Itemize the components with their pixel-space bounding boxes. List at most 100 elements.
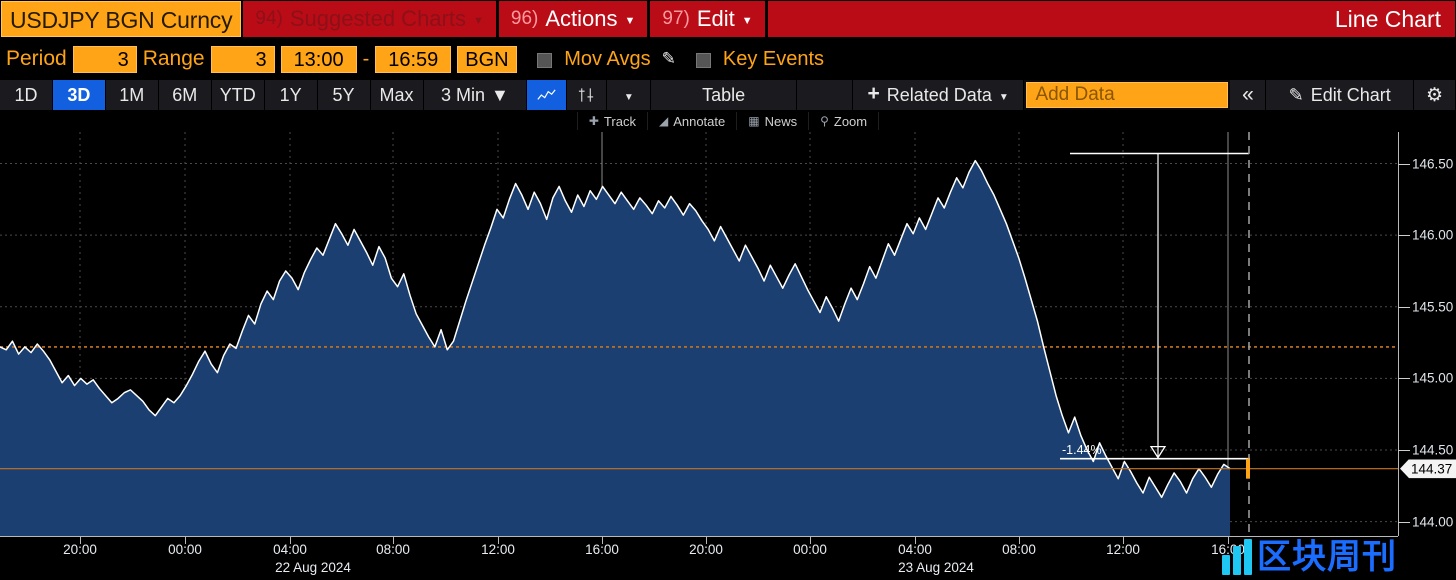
bloomberg-chart-screen: USDJPY BGN Curncy 94) Suggested Charts ▼… xyxy=(0,0,1456,580)
range-label: Range xyxy=(142,47,205,70)
pencil-icon[interactable]: ✎ xyxy=(662,49,676,69)
x-tick-label: 20:00 xyxy=(63,542,97,557)
parameter-bar: Period 3 Range 3 13:00 - 16:59 BGN Mov A… xyxy=(0,38,1456,80)
y-tick-mark xyxy=(1398,521,1410,523)
x-tick-label: 16:00 xyxy=(1211,542,1245,557)
y-tick-mark xyxy=(1398,163,1410,165)
line-chart-icon[interactable] xyxy=(527,80,568,110)
gear-icon[interactable]: ⚙ xyxy=(1414,80,1456,110)
bar-compare-icon[interactable] xyxy=(567,80,608,110)
tab-range-max[interactable]: Max xyxy=(370,80,424,110)
x-tick-label: 08:00 xyxy=(1002,542,1036,557)
tab-range-3d[interactable]: 3D xyxy=(52,80,106,110)
y-tick-mark xyxy=(1398,450,1410,452)
y-axis-line xyxy=(1398,132,1399,536)
x-axis-date-label: 22 Aug 2024 xyxy=(275,560,351,575)
y-tick-mark xyxy=(1398,235,1410,237)
edit-menu[interactable]: 97) Edit ▼ xyxy=(650,1,765,37)
related-data-button[interactable]: + Related Data ▼ xyxy=(852,80,1025,110)
news-tool[interactable]: ▦ News xyxy=(737,112,810,130)
y-tick-label: 146.50 xyxy=(1412,156,1454,172)
tab-range-5y[interactable]: 5Y xyxy=(317,80,371,110)
x-axis: 20:00 00:00 04:00 08:00 12:00 16:00 20:00 00:00… xyxy=(0,536,1456,580)
annotate-tool[interactable]: ◢ Annotate xyxy=(648,112,738,130)
y-tick-label: 144.00 xyxy=(1412,514,1454,530)
y-tick-label: 144.50 xyxy=(1412,442,1454,458)
y-tick-label: 145.50 xyxy=(1412,299,1454,315)
range-tab-bar: 1D 3D 1M 6M YTD 1Y 5Y Max 3 Min ▼ ▼ Tabl… xyxy=(0,80,1456,110)
interval-selector[interactable]: 3 Min ▼ xyxy=(423,80,528,110)
chevron-down-icon: ▼ xyxy=(491,84,509,105)
chevron-down-icon: ▼ xyxy=(472,14,484,27)
title-bar: USDJPY BGN Curncy 94) Suggested Charts ▼… xyxy=(0,0,1456,38)
ruler-icon: ◢ xyxy=(658,114,669,128)
plus-icon: + xyxy=(867,82,880,105)
tab-range-1y[interactable]: 1Y xyxy=(264,80,318,110)
plot-region[interactable]: -1.44% xyxy=(0,132,1398,536)
tab-range-1m[interactable]: 1M xyxy=(105,80,159,110)
price-plot-svg xyxy=(0,132,1398,536)
period-input[interactable]: 3 xyxy=(72,45,137,73)
x-tick-label: 12:00 xyxy=(481,542,515,557)
tab-range-ytd[interactable]: YTD xyxy=(211,80,265,110)
line-chart-glyph xyxy=(537,89,556,100)
period-label: Period xyxy=(6,47,67,70)
mov-avgs-checkbox[interactable] xyxy=(537,52,553,68)
chevron-down-icon: ▼ xyxy=(741,14,753,27)
mov-avgs-label: Mov Avgs xyxy=(564,47,651,70)
suggested-charts-label: Suggested Charts xyxy=(289,6,466,31)
y-axis: 146.50 146.00 145.50 145.00 144.50 144.00 144… xyxy=(1398,132,1456,536)
chart-area[interactable]: -1.44% 146.50 146.00 145.50 145.00 144.50 144… xyxy=(0,132,1456,536)
suggested-charts-menu[interactable]: 94) Suggested Charts ▼ xyxy=(243,1,496,37)
suggested-charts-number: 94) xyxy=(255,8,283,29)
edit-chart-button[interactable]: ✎ Edit Chart xyxy=(1266,80,1415,110)
add-data-input[interactable]: Add Data xyxy=(1026,82,1229,108)
crosshair-icon: ✚ xyxy=(588,114,599,128)
chart-tools-bar: ✚ Track ◢ Annotate ▦ News ⚲ Zoom xyxy=(0,110,1456,132)
bar-compare-glyph xyxy=(579,88,594,102)
related-data-label: Related Data xyxy=(886,84,992,105)
x-tick-label: 00:00 xyxy=(793,542,827,557)
x-axis-date-label: 23 Aug 2024 xyxy=(898,560,974,575)
edit-chart-label: Edit Chart xyxy=(1310,84,1391,105)
actions-menu[interactable]: 96) Actions ▼ xyxy=(498,1,648,37)
source-input[interactable]: BGN xyxy=(457,45,518,73)
last-price-tag: 144.37 xyxy=(1400,459,1456,479)
start-time-input[interactable]: 13:00 xyxy=(280,45,357,73)
tab-range-6m[interactable]: 6M xyxy=(158,80,212,110)
x-tick-label: 20:00 xyxy=(689,542,723,557)
security-input[interactable]: USDJPY BGN Curncy xyxy=(1,1,242,37)
y-tick-mark xyxy=(1398,378,1410,380)
interval-label: 3 Min xyxy=(441,84,486,105)
y-tick-label: 146.00 xyxy=(1412,227,1454,243)
edit-label: Edit xyxy=(696,6,735,31)
chart-type-title: Line Chart xyxy=(1334,5,1441,32)
zoom-label: Zoom xyxy=(833,113,868,129)
pencil-icon: ✎ xyxy=(1288,84,1304,105)
title-bar-spacer: Line Chart xyxy=(767,1,1455,37)
track-tool[interactable]: ✚ Track xyxy=(576,112,648,130)
magnifier-icon: ⚲ xyxy=(820,114,829,128)
key-events-label: Key Events xyxy=(722,47,825,70)
zoom-tool[interactable]: ⚲ Zoom xyxy=(809,112,880,130)
key-events-checkbox[interactable] xyxy=(695,52,711,68)
edit-number: 97) xyxy=(662,8,690,29)
x-tick-label: 04:00 xyxy=(898,542,932,557)
x-tick-label: 08:00 xyxy=(376,542,410,557)
y-tick-label: 145.00 xyxy=(1412,370,1454,386)
chart-style-dropdown[interactable]: ▼ xyxy=(607,80,652,110)
tab-range-1d[interactable]: 1D xyxy=(0,80,53,110)
range-input[interactable]: 3 xyxy=(210,45,275,73)
chevron-down-icon: ▼ xyxy=(624,14,636,27)
y-tick-mark xyxy=(1398,306,1410,308)
collapse-button[interactable]: « xyxy=(1230,80,1267,110)
end-time-input[interactable]: 16:59 xyxy=(375,45,452,73)
x-tick-label: 00:00 xyxy=(168,542,202,557)
time-range-dash: - xyxy=(362,47,370,70)
news-icon: ▦ xyxy=(748,114,760,128)
news-label: News xyxy=(764,113,798,129)
track-label: Track xyxy=(603,113,636,129)
measure-annotation-label: -1.44% xyxy=(1062,442,1102,457)
x-axis-line xyxy=(0,536,1398,537)
table-button[interactable]: Table xyxy=(651,80,797,110)
